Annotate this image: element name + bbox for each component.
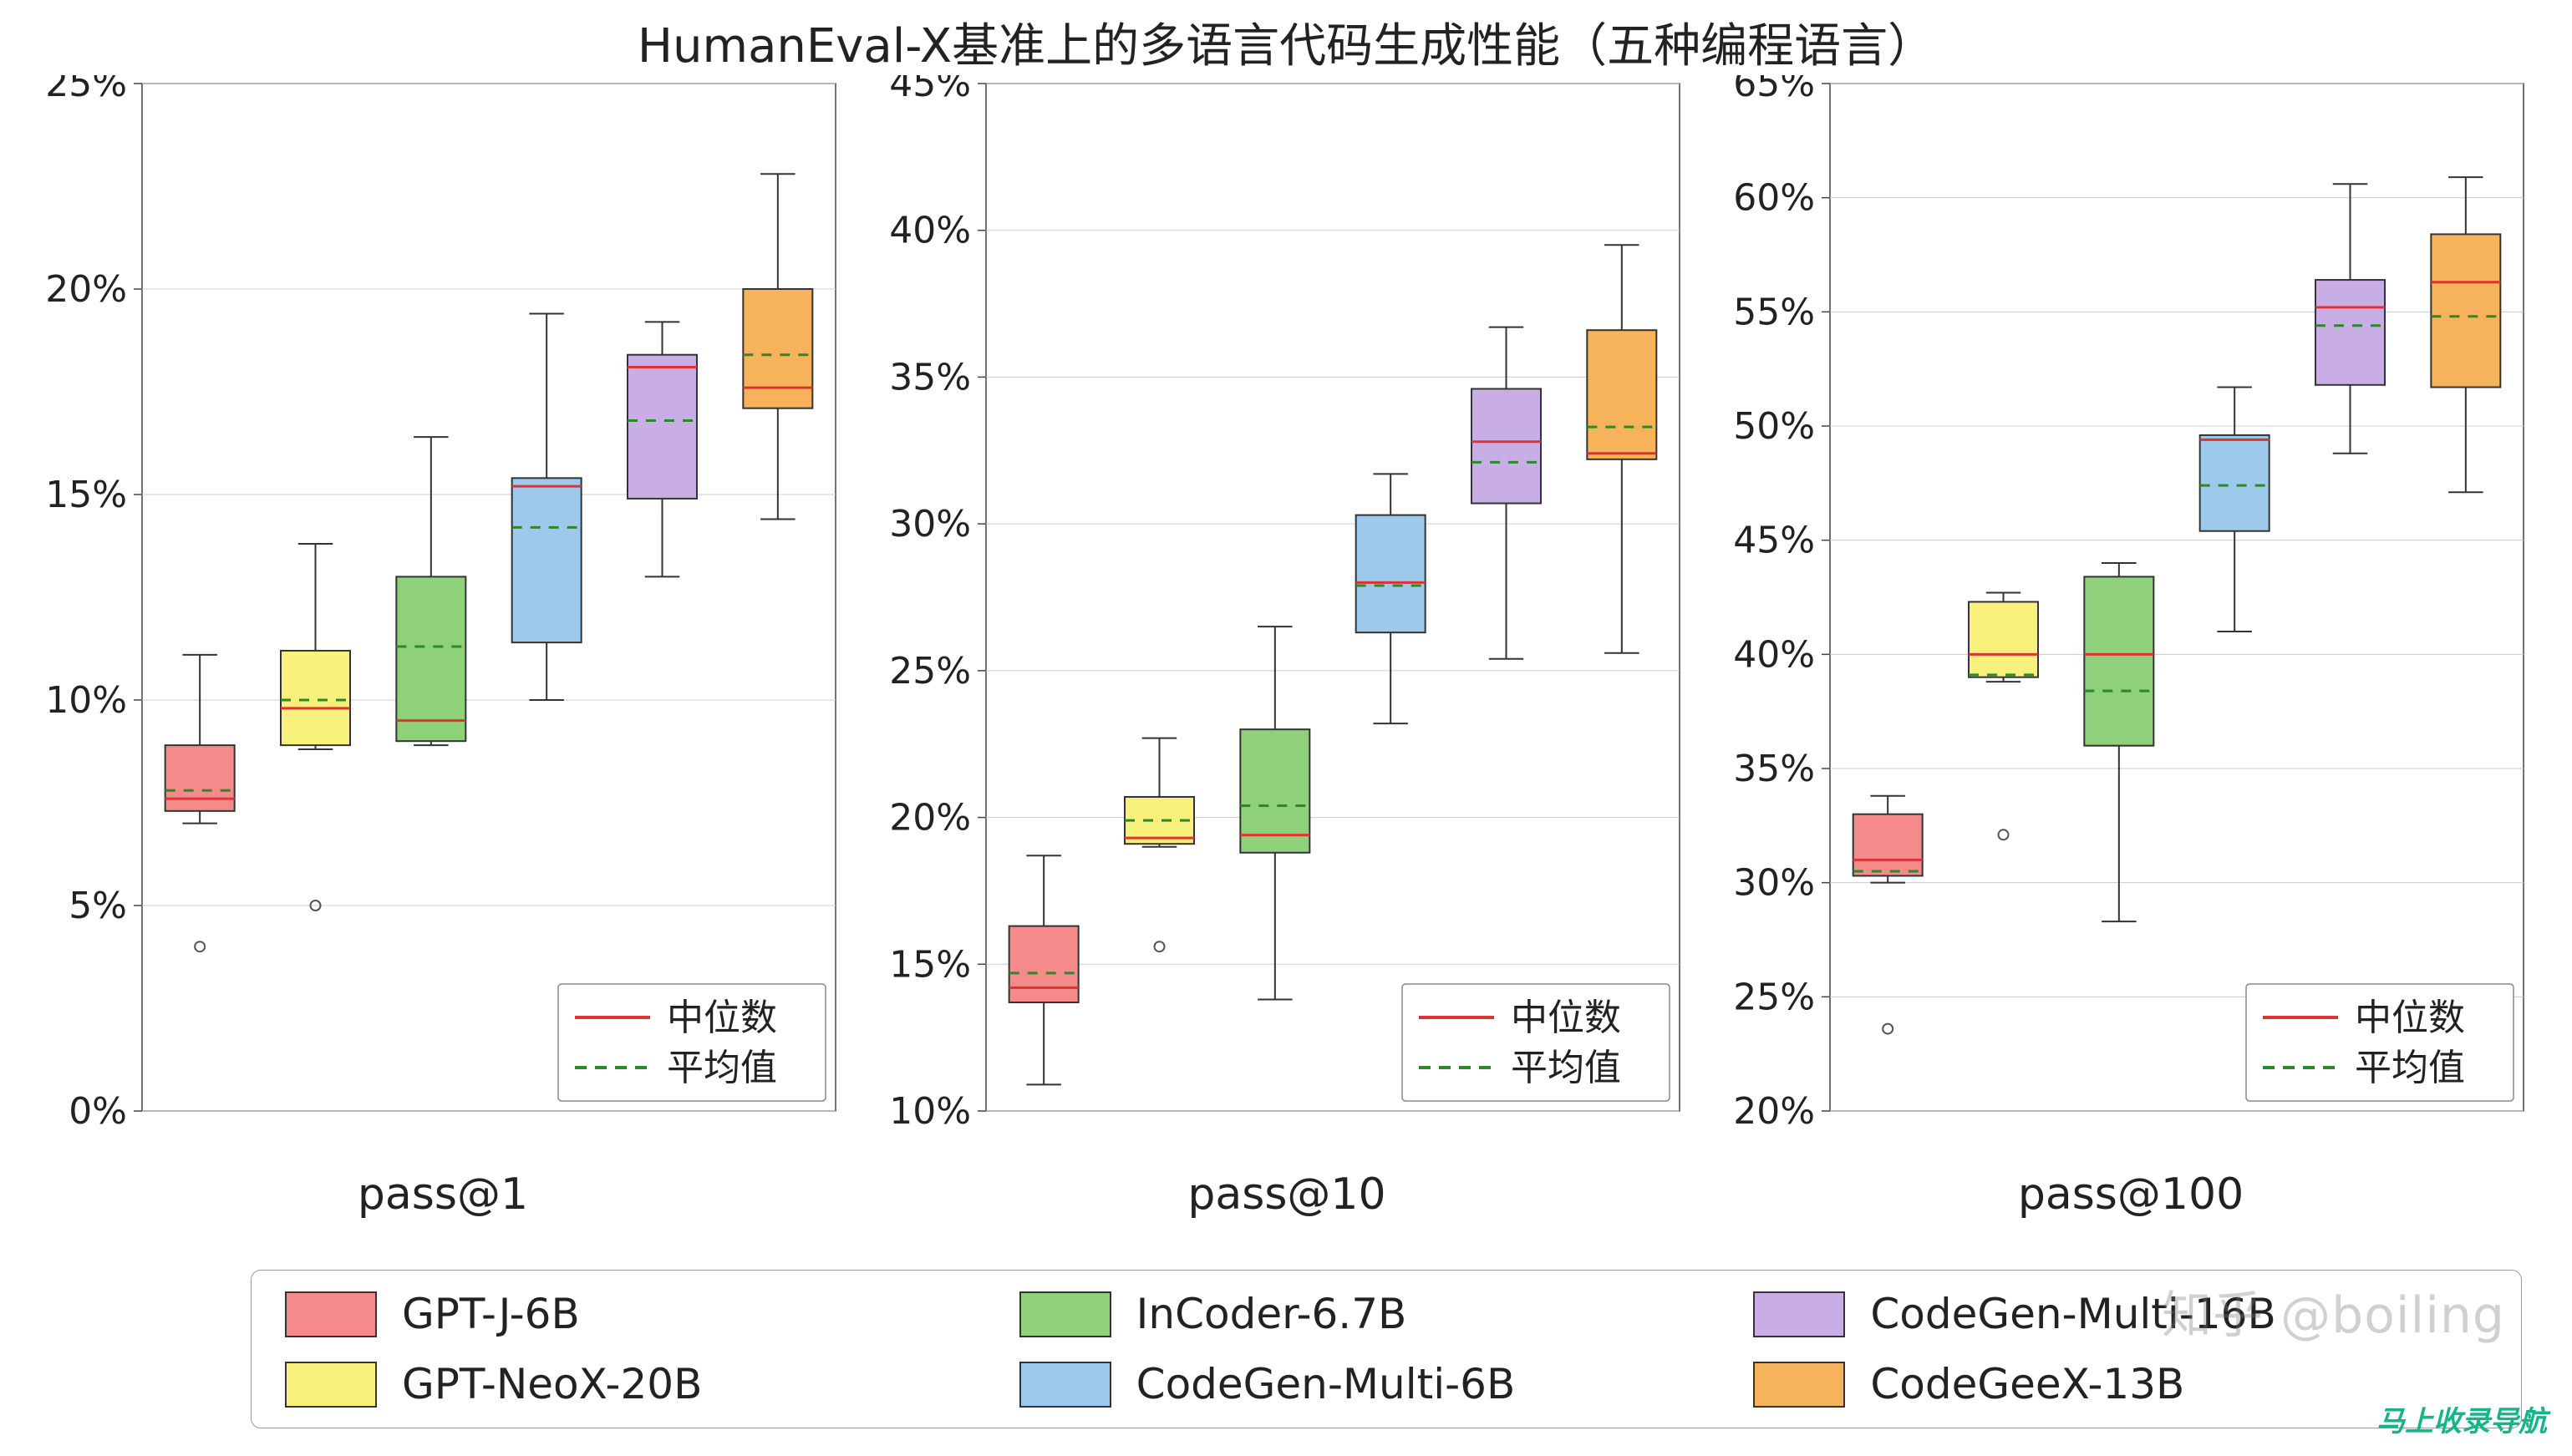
legend-item: InCoder-6.7B xyxy=(1019,1290,1754,1338)
x-label-2: pass@10 xyxy=(877,1169,1696,1220)
panel-pass-at-10: 10% 15% 20% 25% 30% 35% 40% 45% 中位数平均值 pass@10 xyxy=(877,75,1696,1220)
svg-text:40%: 40% xyxy=(889,210,971,252)
svg-text:15%: 15% xyxy=(45,474,127,516)
panel-pass-at-100: 20% 25% 30% 35% 40% 45% 50% 55% 60% 65% 中位数平均值 pass… xyxy=(1721,75,2540,1220)
legend-swatch xyxy=(285,1291,377,1337)
model-legend: GPT-J-6B InCoder-6.7B CodeGen-Multi-16B GPT… xyxy=(251,1270,2522,1428)
legend-label: InCoder-6.7B xyxy=(1136,1290,1407,1338)
svg-text:平均值: 平均值 xyxy=(1511,1047,1621,1089)
legend-label: GPT-NeoX-20B xyxy=(402,1360,702,1408)
svg-text:平均值: 平均值 xyxy=(667,1047,777,1089)
legend-swatch xyxy=(1019,1362,1111,1408)
panels-row: 0% 5% 10% 15% 20% 25% 中位数平均值 pass@1 10% 15% 20% 25… xyxy=(33,75,2540,1220)
svg-text:平均值: 平均值 xyxy=(2355,1047,2465,1089)
svg-text:60%: 60% xyxy=(1733,177,1815,220)
legend-swatch xyxy=(1753,1291,1845,1337)
legend-item: CodeGeeX-13B xyxy=(1753,1360,2488,1408)
svg-text:55%: 55% xyxy=(1733,291,1815,333)
panel-pass-at-1: 0% 5% 10% 15% 20% 25% 中位数平均值 pass@1 xyxy=(33,75,852,1220)
svg-text:10%: 10% xyxy=(45,679,127,722)
svg-text:中位数: 中位数 xyxy=(1511,997,1621,1039)
legend-label: CodeGen-Multi-16B xyxy=(1870,1290,2275,1338)
svg-text:15%: 15% xyxy=(889,943,971,986)
svg-text:30%: 30% xyxy=(1733,862,1815,905)
svg-text:40%: 40% xyxy=(1733,633,1815,676)
chart-title: HumanEval-X基准上的多语言代码生成性能（五种编程语言） xyxy=(0,8,2572,76)
svg-text:35%: 35% xyxy=(1733,748,1815,790)
legend-item: CodeGen-Multi-6B xyxy=(1019,1360,1754,1408)
svg-text:20%: 20% xyxy=(1733,1090,1815,1133)
x-label-3: pass@100 xyxy=(1721,1169,2540,1220)
svg-text:45%: 45% xyxy=(889,75,971,105)
svg-text:50%: 50% xyxy=(1733,405,1815,448)
legend-label: CodeGen-Multi-6B xyxy=(1136,1360,1516,1408)
svg-text:25%: 25% xyxy=(1733,976,1815,1018)
svg-text:10%: 10% xyxy=(889,1090,971,1133)
legend-label: CodeGeeX-13B xyxy=(1870,1360,2184,1408)
svg-text:30%: 30% xyxy=(889,503,971,545)
svg-text:20%: 20% xyxy=(45,268,127,311)
svg-text:5%: 5% xyxy=(69,885,127,927)
legend-swatch xyxy=(285,1362,377,1408)
svg-text:中位数: 中位数 xyxy=(667,997,777,1039)
legend-item: GPT-NeoX-20B xyxy=(285,1360,1019,1408)
svg-text:35%: 35% xyxy=(889,356,971,398)
figure: HumanEval-X基准上的多语言代码生成性能（五种编程语言） 0% 5% 10%… xyxy=(0,0,2572,1456)
svg-text:45%: 45% xyxy=(1733,520,1815,562)
x-label-1: pass@1 xyxy=(33,1169,852,1220)
legend-item: GPT-J-6B xyxy=(285,1290,1019,1338)
svg-text:0%: 0% xyxy=(69,1090,127,1133)
legend-swatch xyxy=(1753,1362,1845,1408)
legend-item: CodeGen-Multi-16B xyxy=(1753,1290,2488,1338)
svg-text:中位数: 中位数 xyxy=(2355,997,2465,1039)
svg-text:25%: 25% xyxy=(45,75,127,105)
legend-label: GPT-J-6B xyxy=(402,1290,580,1338)
svg-text:25%: 25% xyxy=(889,650,971,692)
svg-text:65%: 65% xyxy=(1733,75,1815,105)
svg-text:20%: 20% xyxy=(889,797,971,840)
legend-swatch xyxy=(1019,1291,1111,1337)
